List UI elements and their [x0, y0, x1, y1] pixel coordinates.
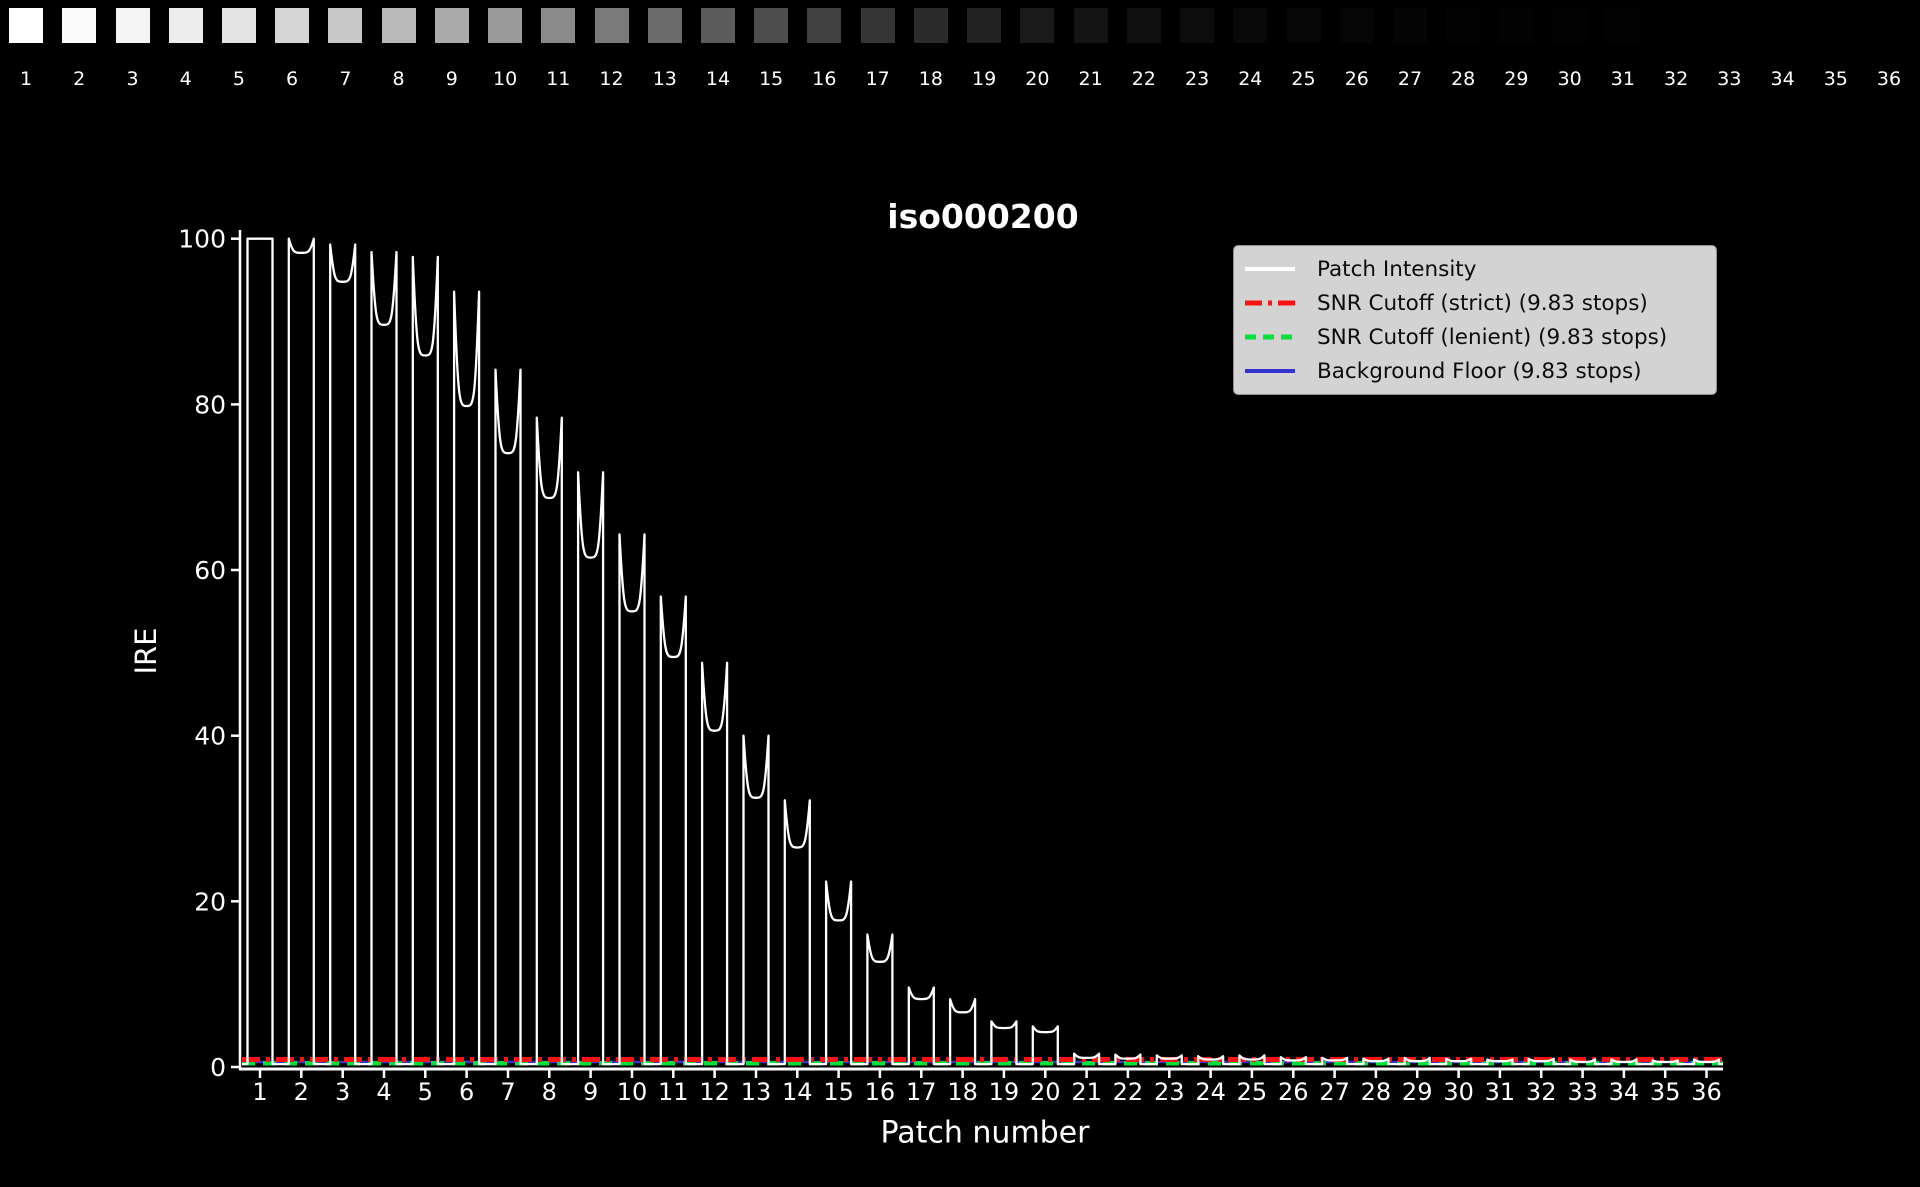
x-tick-label: 25 — [1237, 1078, 1268, 1106]
x-tick-label: 21 — [1071, 1078, 1102, 1106]
legend-label: Patch Intensity — [1317, 256, 1477, 282]
x-tick-label: 36 — [1691, 1078, 1722, 1106]
y-tick-label: 0 — [210, 1053, 226, 1082]
x-tick-label: 17 — [906, 1078, 937, 1106]
x-tick-label: 9 — [583, 1078, 598, 1106]
x-tick-label: 29 — [1402, 1078, 1433, 1106]
x-tick-label: 19 — [989, 1078, 1020, 1106]
screenshot-root: 1 2 3 4 5 6 7 8 9 10 11 12 13 14 15 16 17 18 19 20 21 22 23 24 2… — [0, 0, 1920, 1187]
x-tick-label: 1 — [252, 1078, 267, 1106]
x-tick-label: 7 — [500, 1078, 515, 1106]
legend-item-snr-cutoff-strict: SNR Cutoff (strict) (9.83 stops) — [1244, 286, 1716, 320]
x-tick-label: 30 — [1443, 1078, 1474, 1106]
legend-line-sample-snr-strict — [1245, 300, 1295, 306]
x-axis-label: Patch number — [880, 1115, 1090, 1151]
y-tick-label: 100 — [178, 225, 226, 254]
x-tick-label: 33 — [1567, 1078, 1598, 1106]
legend: Patch Intensity SNR Cutoff (strict) (9.8… — [1233, 245, 1717, 395]
x-tick-label: 5 — [418, 1078, 433, 1106]
legend-item-patch-intensity: Patch Intensity — [1244, 252, 1716, 286]
legend-line-sample-background-floor — [1245, 369, 1295, 373]
x-tick-label: 10 — [617, 1078, 648, 1106]
x-tick-label: 8 — [542, 1078, 557, 1106]
plot-area: 0204060801001 2 3 4 5 6 7 8 9 10 11 12 13 14 15 16 17 18 1… — [178, 225, 1723, 1106]
legend-label: Background Floor (9.83 stops) — [1317, 358, 1642, 384]
chart-title: iso000200 — [887, 197, 1079, 236]
x-tick-label: 31 — [1485, 1078, 1516, 1106]
x-tick-label: 11 — [658, 1078, 689, 1106]
y-tick-label: 60 — [194, 556, 226, 585]
x-tick-label: 28 — [1361, 1078, 1392, 1106]
legend-line-sample-patch-intensity — [1245, 267, 1295, 271]
x-tick-label: 20 — [1030, 1078, 1061, 1106]
x-tick-label: 35 — [1650, 1078, 1681, 1106]
legend-label: SNR Cutoff (strict) (9.83 stops) — [1317, 290, 1648, 316]
x-tick-label: 15 — [823, 1078, 854, 1106]
x-tick-label: 34 — [1609, 1078, 1640, 1106]
x-tick-label: 22 — [1113, 1078, 1144, 1106]
x-tick-label: 14 — [782, 1078, 813, 1106]
y-tick-label: 20 — [194, 887, 226, 916]
y-axis-label: IRE — [129, 627, 163, 675]
x-tick-label: 27 — [1319, 1078, 1350, 1106]
x-tick-label: 26 — [1278, 1078, 1309, 1106]
x-tick-label: 24 — [1195, 1078, 1226, 1106]
legend-label: SNR Cutoff (lenient) (9.83 stops) — [1317, 324, 1668, 350]
x-tick-label: 32 — [1526, 1078, 1557, 1106]
x-tick-label: 12 — [699, 1078, 730, 1106]
x-tick-label: 18 — [947, 1078, 978, 1106]
x-tick-label: 13 — [741, 1078, 772, 1106]
y-tick-label: 40 — [194, 722, 226, 751]
x-tick-label: 2 — [294, 1078, 309, 1106]
x-tick-label: 3 — [335, 1078, 350, 1106]
x-tick-label: 16 — [865, 1078, 896, 1106]
y-tick-label: 80 — [194, 390, 226, 419]
x-tick-label: 6 — [459, 1078, 474, 1106]
legend-line-sample-snr-lenient — [1245, 334, 1295, 340]
x-tick-label: 23 — [1154, 1078, 1185, 1106]
legend-item-background-floor: Background Floor (9.83 stops) — [1244, 354, 1716, 388]
x-tick-label: 4 — [376, 1078, 391, 1106]
legend-item-snr-cutoff-lenient: SNR Cutoff (lenient) (9.83 stops) — [1244, 320, 1716, 354]
